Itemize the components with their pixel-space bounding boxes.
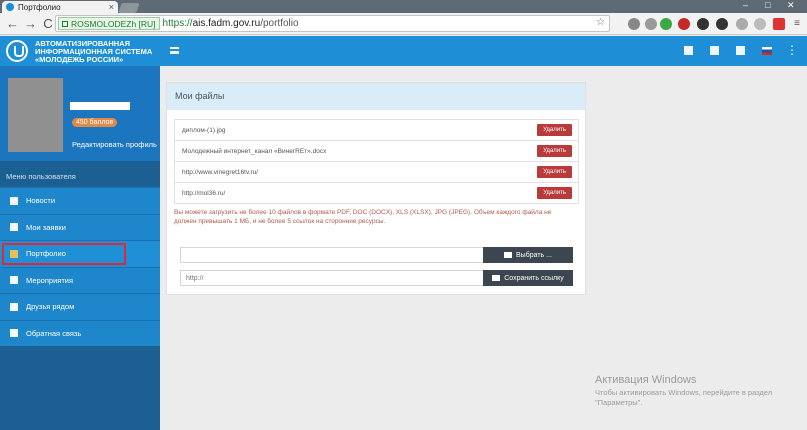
choose-file-label: Выбрать ... xyxy=(516,251,552,259)
url-host: ais.fadm.gov.ru xyxy=(192,18,261,29)
profile-block: 450 баллов Редактировать профиль xyxy=(0,66,160,161)
points-badge: 450 баллов xyxy=(72,118,118,127)
bookmark-icon[interactable] xyxy=(645,18,657,30)
user-name-redacted xyxy=(70,102,130,110)
map-pin-icon xyxy=(10,302,18,311)
list-item: Молодежный интернет_канал «ВинегREт».doc… xyxy=(174,140,579,162)
secure-badge[interactable]: ROSMOLODEZh [RU] xyxy=(58,17,160,30)
news-icon xyxy=(10,196,18,205)
address-bar[interactable]: ROSMOLODEZh [RU] https:// ais.fadm.gov.r… xyxy=(55,15,610,32)
chrome-menu-icon[interactable]: ≡ xyxy=(791,18,803,30)
more-options-icon[interactable]: ⋮ xyxy=(786,44,798,56)
file-name[interactable]: http://www.vinegret16tv.ru/ xyxy=(182,169,258,176)
save-link-label: Сохранить ссылку xyxy=(504,274,564,282)
delete-button[interactable]: Удалить xyxy=(537,124,572,136)
extension-light-icon[interactable] xyxy=(754,18,766,30)
bookmark-icon xyxy=(10,223,18,232)
extension-green-icon[interactable] xyxy=(660,18,672,30)
bookmark-star-icon[interactable]: ☆ xyxy=(596,17,605,28)
menu-toggle-icon[interactable] xyxy=(170,47,179,54)
menu-title: Меню пользователя xyxy=(6,172,76,181)
list-item: диплом-(1).jpg Удалить xyxy=(174,119,579,141)
system-name: АВТОМАТИЗИРОВАННАЯ ИНФОРМАЦИОННАЯ СИСТЕМ… xyxy=(35,40,152,64)
chart-icon[interactable] xyxy=(710,46,719,55)
delete-button[interactable]: Удалить xyxy=(537,166,572,178)
sidebar-item-friends[interactable]: Друзья рядом xyxy=(0,293,160,320)
file-name[interactable]: Молодежный интернет_канал «ВинегREт».doc… xyxy=(182,148,326,155)
annotation-highlight-box xyxy=(2,243,126,265)
logo-icon[interactable] xyxy=(6,40,28,62)
reload-icon[interactable]: C xyxy=(42,16,54,31)
language-flag-icon[interactable] xyxy=(762,47,772,55)
mail-icon[interactable] xyxy=(773,18,785,30)
sidebar-item-label: Новости xyxy=(26,196,56,206)
file-name[interactable]: диплом-(1).jpg xyxy=(182,127,225,134)
sidebar-item-label: Друзья рядом xyxy=(26,302,75,312)
sidebar-item-label: Мои заявки xyxy=(26,222,66,232)
edit-profile-link[interactable]: Редактировать профиль xyxy=(72,140,157,149)
site-favicon-icon xyxy=(6,3,14,11)
secure-label: ROSMOLODEZh [RU] xyxy=(71,18,156,29)
adblock-icon[interactable] xyxy=(678,18,690,30)
link-input[interactable] xyxy=(180,270,484,286)
mail-icon xyxy=(10,329,18,338)
choose-file-button[interactable]: Выбрать ... xyxy=(483,247,573,263)
sidebar-item-news[interactable]: Новости xyxy=(0,187,160,214)
panel-title: Мои файлы xyxy=(167,83,585,110)
lock-icon xyxy=(62,20,68,27)
file-path-field[interactable] xyxy=(180,247,484,263)
back-icon[interactable]: ← xyxy=(6,16,19,31)
file-name[interactable]: http://mol36.ru/ xyxy=(182,190,225,197)
app-header: АВТОМАТИЗИРОВАННАЯ ИНФОРМАЦИОННАЯ СИСТЕМ… xyxy=(0,36,807,66)
delete-button[interactable]: Удалить xyxy=(537,187,572,199)
table-icon[interactable] xyxy=(736,46,745,55)
sidebar-item-label: Обратная связь xyxy=(26,328,82,338)
sidebar-item-feedback[interactable]: Обратная связь xyxy=(0,319,160,346)
cloud-upload-icon xyxy=(492,275,501,281)
tab-title: Портфолио xyxy=(18,2,61,12)
list-item: http://www.vinegret16tv.ru/ Удалить xyxy=(174,161,579,183)
minimize-icon[interactable]: – xyxy=(743,0,748,10)
new-tab-button[interactable] xyxy=(118,3,140,13)
avatar[interactable] xyxy=(8,78,63,152)
zoom-icon[interactable] xyxy=(628,18,640,30)
maximize-icon[interactable]: □ xyxy=(765,0,770,10)
sidebar-menu: Новости Мои заявки Портфолио Мероприятия… xyxy=(0,187,160,346)
book-icon[interactable] xyxy=(684,46,693,55)
browser-tabbar: Портфолио × – □ ✕ xyxy=(0,0,807,13)
system-name-line3: «МОЛОДЕЖЬ РОССИИ» xyxy=(35,55,124,64)
watermark-text: Чтобы активировать Windows, перейдите в … xyxy=(595,388,773,407)
extension-dark-icon[interactable] xyxy=(697,18,709,30)
forward-icon[interactable]: → xyxy=(24,16,37,31)
sidebar-item-applications[interactable]: Мои заявки xyxy=(0,213,160,240)
delete-button[interactable]: Удалить xyxy=(537,145,572,157)
list-item: http://mol36.ru/ Удалить xyxy=(174,182,579,204)
tab-close-icon[interactable]: × xyxy=(109,2,114,12)
folder-open-icon xyxy=(504,252,512,258)
save-link-button[interactable]: Сохранить ссылку xyxy=(483,270,573,286)
url-path: /portfolio xyxy=(260,18,299,29)
url-prefix: https:// xyxy=(162,18,193,29)
watermark-title: Активация Windows xyxy=(595,374,697,386)
file-list: диплом-(1).jpg Удалить Молодежный интерн… xyxy=(174,119,579,204)
sidebar-item-label: Мероприятия xyxy=(26,275,74,285)
sidebar-item-events[interactable]: Мероприятия xyxy=(0,266,160,293)
extension-box-icon[interactable] xyxy=(716,18,728,30)
browser-tab[interactable]: Портфолио × xyxy=(2,1,118,13)
my-files-panel: Мои файлы диплом-(1).jpg Удалить Молодеж… xyxy=(166,82,586,295)
events-icon xyxy=(10,276,18,285)
extension-gray-icon[interactable] xyxy=(736,18,748,30)
window-close-icon[interactable]: ✕ xyxy=(787,0,795,11)
upload-note: Вы можете загрузить не более 10 файлов в… xyxy=(174,209,552,225)
